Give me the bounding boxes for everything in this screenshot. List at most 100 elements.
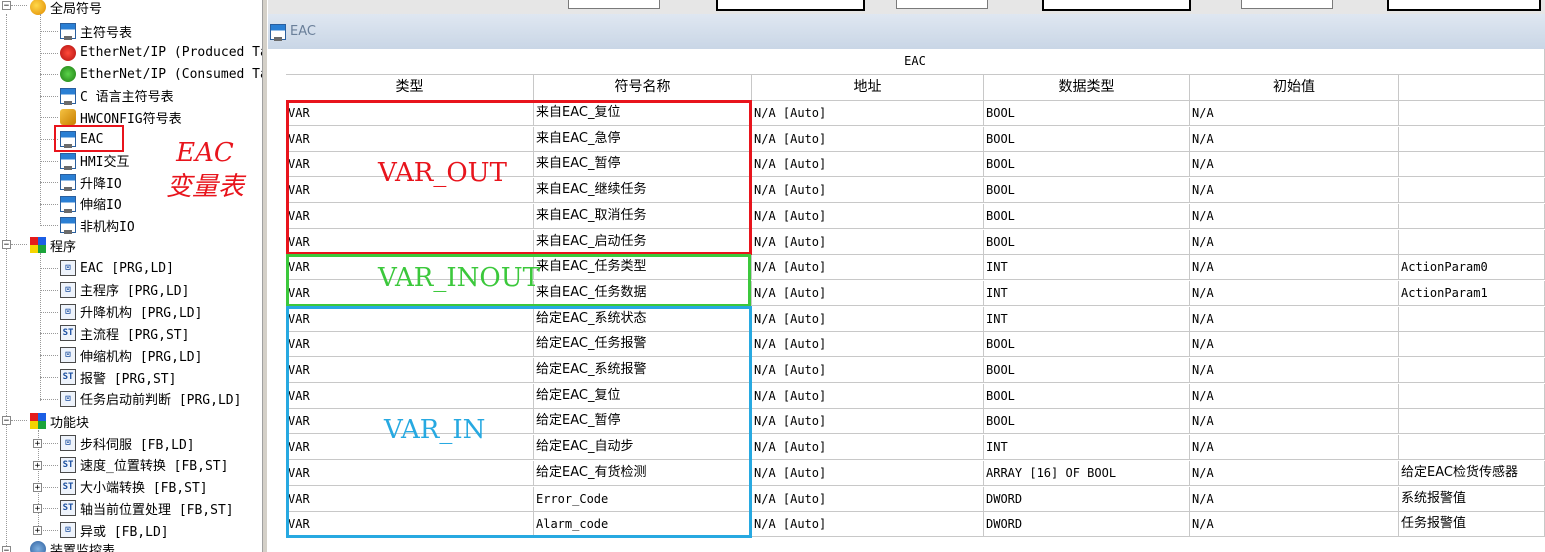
toolbar-field[interactable] — [1241, 0, 1333, 9]
tree-item-symbol-table[interactable]: EtherNet/IP (Consumed Ta — [60, 63, 262, 85]
tree-expander-icon[interactable]: − — [2, 240, 11, 250]
table-cell[interactable]: N/A — [1190, 435, 1399, 460]
tree-expander-icon[interactable]: + — [33, 526, 42, 536]
table-cell[interactable]: N/A — [1190, 409, 1399, 434]
column-header[interactable]: 符号名称 — [534, 75, 752, 100]
table-cell[interactable]: N/A [Auto] — [752, 255, 984, 280]
table-cell[interactable]: N/A — [1190, 126, 1399, 151]
tree-item-symbol-table[interactable]: 主符号表 — [60, 20, 132, 42]
tree-expander-icon[interactable]: + — [33, 482, 42, 492]
table-cell[interactable]: INT — [984, 435, 1190, 460]
table-cell[interactable]: ActionParam1 — [1399, 280, 1545, 305]
toolbar-field[interactable] — [716, 0, 865, 11]
table-cell[interactable] — [1399, 383, 1545, 408]
table-cell[interactable]: DWORD — [984, 486, 1190, 511]
table-cell[interactable] — [1399, 332, 1545, 357]
tree-item-symbol-table[interactable]: 升降IO — [60, 171, 122, 193]
table-cell[interactable]: N/A — [1190, 255, 1399, 280]
tree-item-function-block[interactable]: ST 速度_位置转换 [FB,ST] — [60, 454, 228, 476]
table-cell[interactable]: N/A — [1190, 280, 1399, 305]
table-cell[interactable]: N/A [Auto] — [752, 229, 984, 254]
tree-function-blocks[interactable]: 功能块 — [30, 410, 89, 432]
table-cell[interactable]: N/A [Auto] — [752, 486, 984, 511]
table-cell[interactable] — [1399, 178, 1545, 203]
table-cell[interactable]: ActionParam0 — [1399, 255, 1545, 280]
tree-expander-icon[interactable]: − — [2, 546, 11, 552]
table-cell[interactable] — [1399, 409, 1545, 434]
table-cell[interactable]: ARRAY [16] OF BOOL — [984, 460, 1190, 485]
tree-expander-icon[interactable]: − — [2, 1, 11, 11]
table-cell[interactable] — [1399, 229, 1545, 254]
table-cell[interactable]: N/A [Auto] — [752, 178, 984, 203]
tree-expander-icon[interactable]: − — [2, 416, 11, 426]
table-cell[interactable]: BOOL — [984, 229, 1190, 254]
table-cell[interactable] — [1399, 306, 1545, 331]
table-cell[interactable]: N/A — [1190, 229, 1399, 254]
table-cell[interactable]: BOOL — [984, 126, 1190, 151]
column-header[interactable]: 数据类型 — [984, 75, 1190, 100]
table-cell[interactable]: BOOL — [984, 178, 1190, 203]
table-cell[interactable]: N/A [Auto] — [752, 306, 984, 331]
table-cell[interactable]: N/A [Auto] — [752, 332, 984, 357]
table-cell[interactable] — [1399, 435, 1545, 460]
table-cell[interactable]: BOOL — [984, 203, 1190, 228]
toolbar-field[interactable] — [1042, 0, 1191, 11]
toolbar-field[interactable] — [568, 0, 660, 9]
table-cell[interactable] — [1399, 203, 1545, 228]
tree-monitor-tables[interactable]: 装置监控表 — [30, 538, 115, 552]
tree-item-function-block[interactable]: ST 大小端转换 [FB,ST] — [60, 476, 208, 498]
table-cell[interactable]: N/A — [1190, 486, 1399, 511]
tree-expander-icon[interactable]: + — [33, 460, 42, 470]
table-cell[interactable]: N/A — [1190, 178, 1399, 203]
tree-item-program[interactable]: ⊡ 主程序 [PRG,LD] — [60, 279, 189, 301]
tree-item-symbol-table[interactable]: HMI交互 — [60, 150, 129, 172]
tree-programs[interactable]: 程序 — [30, 234, 76, 256]
tree-item-program[interactable]: ⊡ EAC [PRG,LD] — [60, 257, 174, 279]
tree-item-program[interactable]: ST 报警 [PRG,ST] — [60, 366, 176, 388]
tree-item-program[interactable]: ⊡ 任务启动前判断 [PRG,LD] — [60, 388, 241, 410]
table-cell[interactable]: N/A [Auto] — [752, 203, 984, 228]
table-cell[interactable]: N/A [Auto] — [752, 101, 984, 125]
table-cell[interactable]: BOOL — [984, 101, 1190, 125]
toolbar-field[interactable] — [896, 0, 988, 9]
table-cell[interactable]: INT — [984, 280, 1190, 305]
column-header[interactable] — [1399, 75, 1545, 100]
table-cell[interactable]: N/A [Auto] — [752, 460, 984, 485]
table-cell[interactable]: N/A [Auto] — [752, 409, 984, 434]
table-cell[interactable]: N/A [Auto] — [752, 383, 984, 408]
column-header[interactable]: 初始值 — [1190, 75, 1399, 100]
table-cell[interactable]: N/A — [1190, 383, 1399, 408]
tree-expander-icon[interactable]: + — [33, 504, 42, 514]
column-header[interactable]: 类型 — [286, 75, 534, 100]
table-cell[interactable]: N/A — [1190, 512, 1399, 537]
table-cell[interactable]: BOOL — [984, 332, 1190, 357]
table-cell[interactable]: 系统报警值 — [1399, 486, 1545, 511]
table-cell[interactable]: BOOL — [984, 409, 1190, 434]
tree-item-program[interactable]: ST 主流程 [PRG,ST] — [60, 322, 189, 344]
table-cell[interactable] — [1399, 126, 1545, 151]
table-cell[interactable]: N/A [Auto] — [752, 280, 984, 305]
table-cell[interactable]: N/A — [1190, 460, 1399, 485]
table-cell[interactable]: N/A [Auto] — [752, 512, 984, 537]
table-cell[interactable]: N/A — [1190, 332, 1399, 357]
table-cell[interactable]: INT — [984, 255, 1190, 280]
tree-expander-icon[interactable]: + — [33, 439, 42, 449]
table-cell[interactable]: INT — [984, 306, 1190, 331]
table-cell[interactable]: N/A — [1190, 101, 1399, 125]
table-cell[interactable] — [1399, 152, 1545, 177]
table-cell[interactable]: 给定EAC检货传感器 — [1399, 460, 1545, 485]
table-cell[interactable]: N/A [Auto] — [752, 358, 984, 382]
table-cell[interactable] — [1399, 358, 1545, 382]
column-header[interactable]: 地址 — [752, 75, 984, 100]
table-cell[interactable]: BOOL — [984, 358, 1190, 382]
table-cell[interactable]: N/A [Auto] — [752, 435, 984, 460]
table-cell[interactable]: DWORD — [984, 512, 1190, 537]
table-cell[interactable]: N/A — [1190, 152, 1399, 177]
table-cell[interactable]: N/A [Auto] — [752, 126, 984, 151]
table-cell[interactable]: N/A — [1190, 203, 1399, 228]
tree-item-program[interactable]: ⊡ 伸缩机构 [PRG,LD] — [60, 344, 202, 366]
editor-tab[interactable]: EAC — [268, 14, 1545, 49]
table-cell[interactable] — [1399, 101, 1545, 125]
tree-item-symbol-table[interactable]: C 语言主符号表 — [60, 85, 174, 107]
tree-item-program[interactable]: ⊡ 升降机构 [PRG,LD] — [60, 301, 202, 323]
